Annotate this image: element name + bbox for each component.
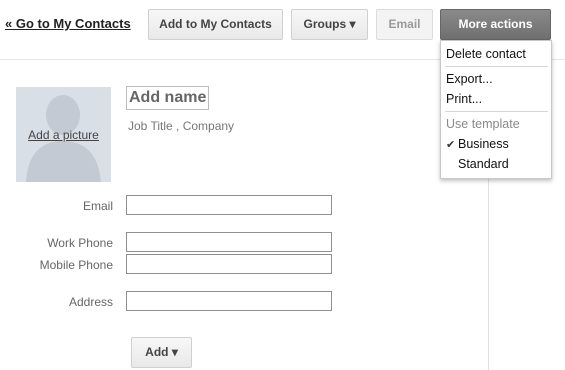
export-menu-item[interactable]: Export... <box>446 72 493 86</box>
business-template-menu-item[interactable]: Business <box>458 137 509 151</box>
email-label: Email <box>82 199 113 213</box>
more-actions-button[interactable]: More actions <box>440 9 551 40</box>
add-picture-link[interactable]: Add a picture <box>16 128 111 142</box>
work-phone-label: Work Phone <box>47 236 113 250</box>
mobile-phone-field[interactable] <box>126 254 332 274</box>
job-title-company-line[interactable]: Job Title , Company <box>128 119 234 133</box>
email-field[interactable] <box>126 195 332 215</box>
address-field[interactable] <box>126 291 332 311</box>
add-field-button[interactable]: Add ▾ <box>131 337 192 368</box>
go-to-my-contacts-link[interactable]: « Go to My Contacts <box>5 16 131 31</box>
menu-divider <box>445 111 548 112</box>
print-menu-item[interactable]: Print... <box>446 92 482 106</box>
address-label: Address <box>68 295 113 309</box>
groups-dropdown-button[interactable]: Groups ▾ <box>291 9 368 40</box>
use-template-heading: Use template <box>446 117 520 131</box>
more-actions-menu: Delete contact Export... Print... Use te… <box>440 40 552 179</box>
checkmark-icon: ✔ <box>446 139 456 151</box>
delete-contact-menu-item[interactable]: Delete contact <box>446 47 526 61</box>
email-button[interactable]: Email <box>376 9 433 40</box>
work-phone-field[interactable] <box>126 232 332 252</box>
name-field[interactable]: Add name <box>126 86 209 110</box>
mobile-phone-label: Mobile Phone <box>39 258 113 272</box>
contact-photo[interactable]: Add a picture <box>16 87 111 182</box>
add-to-my-contacts-button[interactable]: Add to My Contacts <box>148 9 283 40</box>
menu-divider <box>445 66 548 67</box>
standard-template-menu-item[interactable]: Standard <box>458 157 509 171</box>
